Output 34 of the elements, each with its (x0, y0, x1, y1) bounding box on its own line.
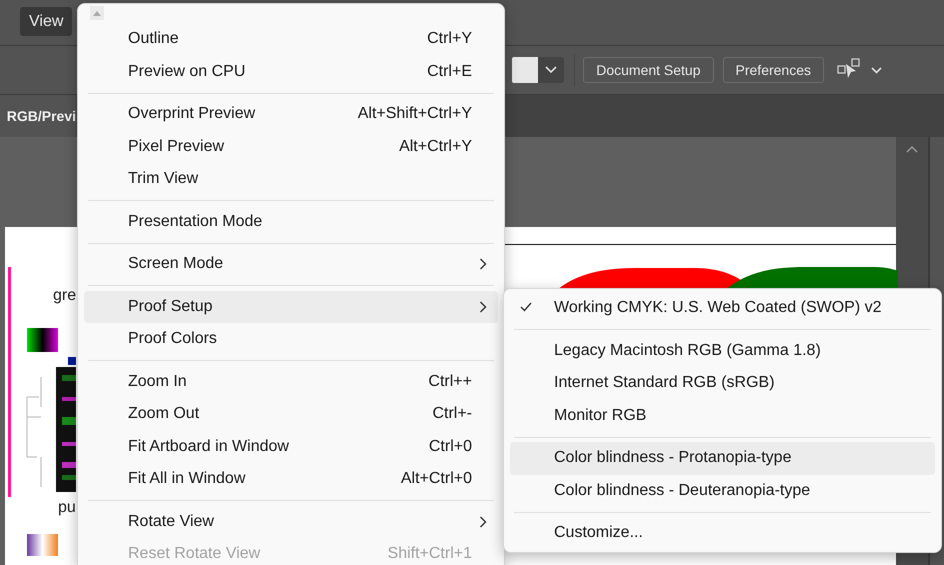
menu-item[interactable]: Legacy Macintosh RGB (Gamma 1.8) (510, 334, 935, 367)
toolbar-button[interactable]: Preferences (722, 57, 824, 83)
artboard-label: pu (58, 499, 76, 517)
chevron-down-icon (545, 66, 558, 74)
menu-item[interactable]: Rotate View (84, 506, 498, 538)
menu-item[interactable]: Preview on CPU Ctrl+E (84, 56, 498, 88)
menu-item[interactable]: Proof Setup (84, 290, 498, 323)
chevron-up-icon[interactable] (906, 145, 918, 153)
color-swatch[interactable] (512, 57, 538, 83)
menu-item[interactable]: Working CMYK: U.S. Web Coated (SWOP) v2 (510, 292, 935, 324)
menu-item[interactable]: View (20, 7, 72, 36)
menu-item[interactable]: Color blindness - Deuteranopia-type (510, 474, 935, 507)
menu-item[interactable]: Internet Standard RGB (sRGB) (510, 367, 935, 400)
menu-item[interactable]: Fit Artboard in Window Ctrl+0 (84, 430, 498, 463)
menu-item[interactable]: Color blindness - Protanopia-type (510, 442, 935, 474)
gradient-swatch (27, 534, 58, 556)
chevron-down-icon[interactable] (871, 66, 882, 74)
menu-item[interactable]: Presentation Mode (84, 206, 498, 238)
gradient-swatch (27, 328, 58, 352)
dropdown-button[interactable] (538, 57, 564, 83)
menu-item[interactable]: Overprint Preview Alt+Shift+Ctrl+Y (84, 98, 498, 130)
artboard-label: gre (53, 287, 76, 305)
menu-item[interactable]: Monitor RGB (510, 400, 935, 432)
menu-item[interactable]: Customize... (510, 517, 935, 550)
menu-item[interactable]: Pixel Preview Alt+Ctrl+Y (84, 130, 498, 163)
menu-item[interactable]: Screen Mode (84, 248, 498, 280)
menu-item[interactable]: Zoom Out Ctrl+- (84, 398, 498, 430)
toolbar-button[interactable]: Document Setup (583, 57, 714, 83)
menu-item[interactable]: Outline Ctrl+Y (84, 23, 498, 56)
menu-item[interactable]: Fit All in Window Alt+Ctrl+0 (84, 463, 498, 496)
menu-item[interactable]: Zoom In Ctrl++ (84, 366, 498, 398)
menu-item[interactable]: Proof Colors (84, 323, 498, 356)
menu-item[interactable]: Trim View (84, 163, 498, 196)
document-tab[interactable]: RGB/Previ (0, 95, 76, 137)
